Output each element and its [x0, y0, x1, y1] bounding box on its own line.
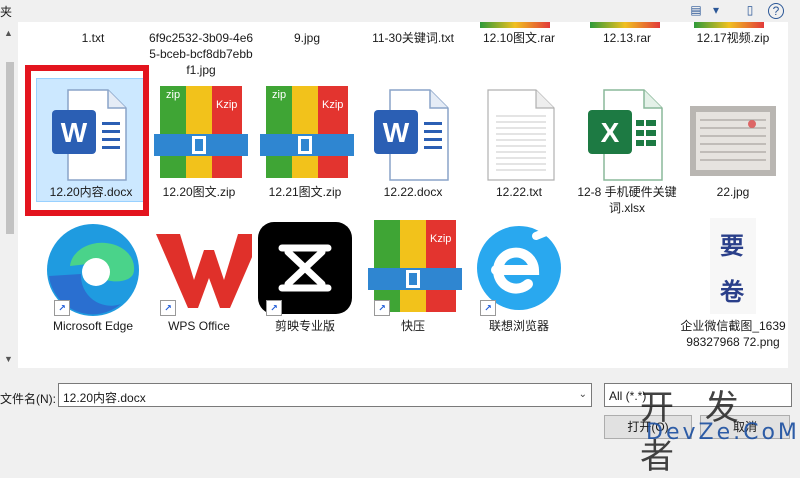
file-item-12-8-xlsx[interactable]: X 12-8 手机硬件关键词.xlsx — [574, 84, 680, 216]
file-item[interactable]: 11-30关键词.txt — [360, 30, 466, 46]
archive-icon-edge — [480, 22, 550, 28]
svg-text:Kzip: Kzip — [216, 99, 237, 111]
annotation-red-box — [25, 65, 149, 216]
right-edge — [788, 22, 800, 368]
file-item[interactable]: 6f9c2532-3b09-4e65-bceb-bcf8db7ebbf1.jpg — [148, 30, 254, 78]
chevron-down-icon[interactable]: ⌄ — [579, 389, 587, 400]
file-item[interactable]: 9.jpg — [254, 30, 360, 46]
cancel-button[interactable]: 取消 — [700, 415, 790, 439]
scroll-up-icon[interactable]: ▲ — [4, 28, 13, 38]
shortcut-arrow-icon: ↗ — [54, 300, 70, 316]
file-item-screenshot-png[interactable]: 要 卷 企业微信截图_163998327968 72.png — [680, 218, 786, 350]
text-file-icon — [487, 89, 555, 181]
shortcut-arrow-icon: ↗ — [374, 300, 390, 316]
shortcut-wps-office[interactable]: ↗ WPS Office — [146, 218, 262, 334]
file-item-22-jpg[interactable]: 22.jpg — [680, 84, 786, 200]
svg-text:zip: zip — [166, 89, 180, 101]
shortcut-jianying[interactable]: ↗ 剪映专业版 — [252, 218, 358, 334]
kzip-archive-icon: zip Kzip — [154, 86, 248, 178]
file-item-12-22-docx[interactable]: W 12.22.docx — [360, 84, 466, 200]
file-item-12-20-zip[interactable]: zip Kzip 12.20图文.zip — [146, 84, 252, 200]
file-dialog-footer: 文件名(N): 12.20内容.docx ⌄ All (*.*) 打开(O) 取… — [0, 368, 800, 450]
view-options-icon[interactable]: ▤ — [686, 2, 706, 18]
window-title-fragment: 夹 — [0, 5, 13, 19]
word-document-icon: W — [374, 89, 449, 181]
view-dropdown-icon[interactable]: ▾ — [706, 2, 726, 18]
file-item[interactable]: 1.txt — [40, 30, 146, 46]
filename-label: 文件名(N): — [0, 392, 56, 406]
file-item[interactable]: 12.13.rar — [574, 30, 680, 46]
help-icon[interactable]: ? — [768, 3, 784, 19]
kzip-archive-icon: zip Kzip — [260, 86, 354, 178]
scroll-thumb[interactable] — [6, 62, 14, 234]
top-toolbar: 夹 ▤ ▾ ▯ ? — [0, 0, 800, 22]
excel-sheet-icon: X — [588, 89, 663, 181]
scroll-down-icon[interactable]: ▼ — [4, 354, 13, 364]
svg-text:zip: zip — [272, 89, 286, 101]
file-item-12-22-txt[interactable]: 12.22.txt — [466, 84, 572, 200]
shortcut-microsoft-edge[interactable]: ↗ Microsoft Edge — [40, 218, 146, 334]
file-type-filter[interactable]: All (*.*) — [604, 383, 792, 407]
svg-text:W: W — [383, 117, 410, 148]
archive-icon-edge — [590, 22, 660, 28]
open-button[interactable]: 打开(O) — [604, 415, 692, 439]
svg-text:要: 要 — [720, 233, 744, 260]
image-thumbnail-icon — [690, 106, 776, 176]
screenshot-thumbnail-icon: 要 卷 — [710, 218, 756, 314]
shortcut-arrow-icon: ↗ — [266, 300, 282, 316]
preview-pane-icon[interactable]: ▯ — [740, 2, 760, 18]
svg-text:X: X — [601, 117, 620, 148]
shortcut-arrow-icon: ↗ — [480, 300, 496, 316]
svg-text:卷: 卷 — [720, 278, 745, 306]
shortcut-kuaiya[interactable]: Kzip ↗ 快压 — [360, 218, 466, 334]
filename-input[interactable]: 12.20内容.docx ⌄ — [58, 383, 592, 407]
svg-text:Kzip: Kzip — [430, 233, 451, 245]
file-item[interactable]: 12.17视频.zip — [680, 30, 786, 46]
shortcut-arrow-icon: ↗ — [160, 300, 176, 316]
svg-text:Kzip: Kzip — [322, 99, 343, 111]
file-item[interactable]: 12.10图文.rar — [466, 30, 572, 46]
file-item-12-21-zip[interactable]: zip Kzip 12.21图文.zip — [252, 84, 358, 200]
archive-icon-edge — [694, 22, 764, 28]
left-scrollbar[interactable]: ▲ ▼ — [0, 22, 18, 368]
shortcut-lenovo-browser[interactable]: ↗ 联想浏览器 — [466, 218, 572, 334]
